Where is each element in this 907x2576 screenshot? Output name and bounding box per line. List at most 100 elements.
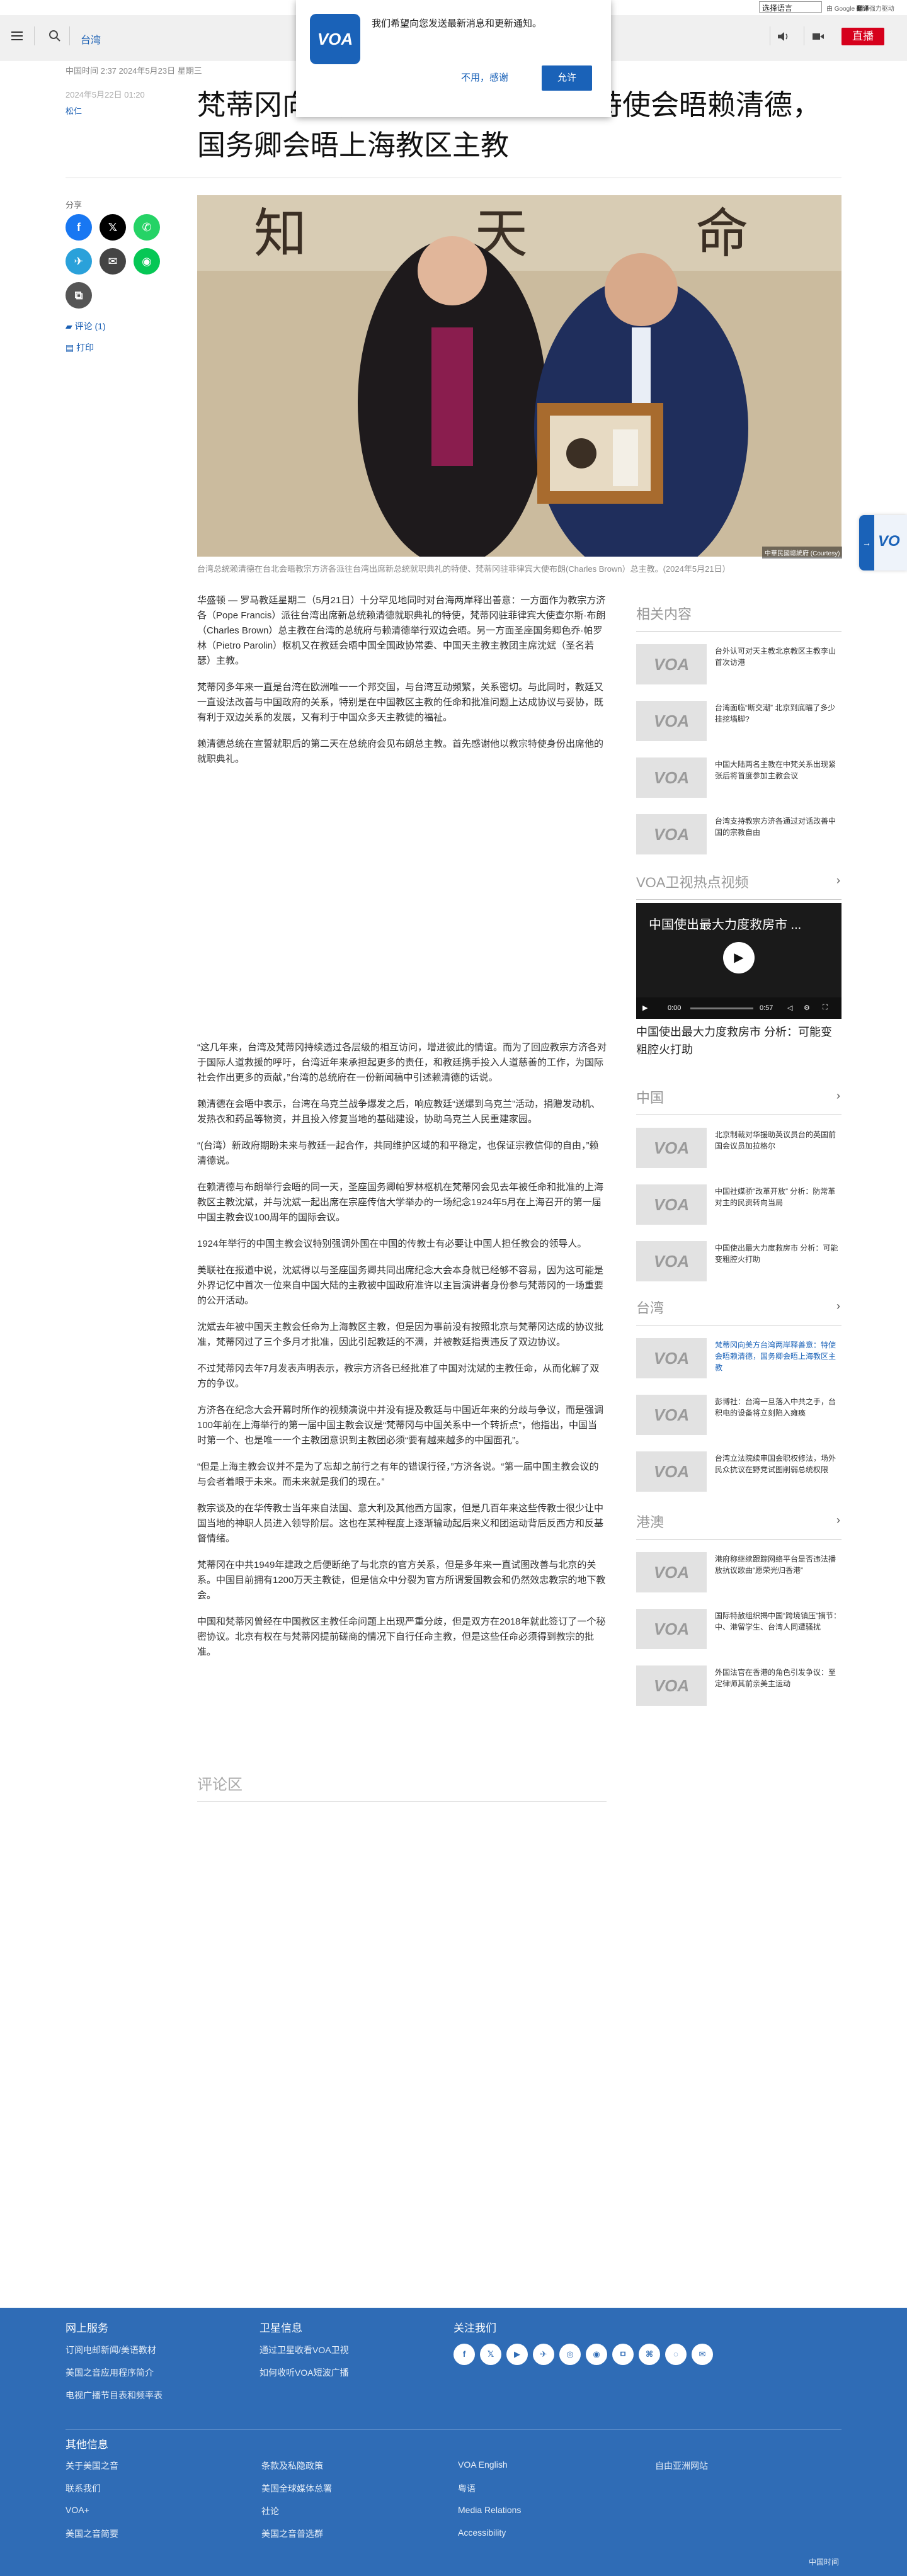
- rail-heading[interactable]: VOA卫视热点视频 ›: [636, 871, 841, 900]
- facebook-icon[interactable]: f: [454, 2344, 475, 2365]
- list-item-title[interactable]: 台湾面临“断交潮” 北京到底瞄了多少挂挖墙脚?: [715, 702, 841, 725]
- podcast-app-icon[interactable]: ㅁ: [612, 2344, 634, 2365]
- language-select[interactable]: 选择语言: [759, 1, 822, 13]
- list-item-title[interactable]: 国际特赦组织揭中国“跨境镇压”摘节：中、港留学生、台湾人同遭骚扰: [715, 1610, 841, 1633]
- chevron-right-icon: ›: [836, 1514, 840, 1526]
- list-item[interactable]: VOA 台外认可对天主教北京教区主教李山首次访港: [636, 638, 841, 688]
- list-item-title[interactable]: 台湾立法院续审国会职权修法，场外民众抗议在野党试图削弱总统权限: [715, 1453, 841, 1475]
- volume-icon[interactable]: ◁: [787, 1004, 792, 1012]
- footer-link[interactable]: 美国之音简要: [66, 2528, 118, 2540]
- comments-link[interactable]: ▰ 评论 (1): [66, 320, 106, 332]
- list-item-title[interactable]: 中国社媒骄“改革开放” 分析：防常革对主的民资转向当局: [715, 1186, 841, 1208]
- list-item[interactable]: VOA 中国社媒骄“改革开放” 分析：防常革对主的民资转向当局: [636, 1178, 841, 1228]
- rail-heading[interactable]: 台湾 ›: [636, 1297, 841, 1325]
- footer-link[interactable]: Accessibility: [458, 2528, 506, 2538]
- live-button[interactable]: 直播: [841, 28, 884, 45]
- line-share-icon[interactable]: ◉: [134, 248, 160, 275]
- list-item-title[interactable]: 北京制裁对华援助英议员台的英国前国会议员加拉格尔: [715, 1129, 841, 1152]
- rss-icon[interactable]: ⌘: [639, 2344, 660, 2365]
- footer-link[interactable]: 关于美国之音: [66, 2460, 118, 2472]
- footer-link[interactable]: 美国之音应用程序简介: [66, 2366, 154, 2379]
- rail-heading[interactable]: 港澳 ›: [636, 1511, 841, 1540]
- email-icon[interactable]: ✉: [692, 2344, 713, 2365]
- calligraphy-text: 知 天 命 道 寬: [254, 203, 841, 264]
- list-item[interactable]: VOA 外国法官在香港的角色引发争议：至定律师其前亲美主运动: [636, 1659, 841, 1710]
- footer-link[interactable]: 美国之音普选群: [261, 2528, 323, 2540]
- list-item-title[interactable]: 彭博社：台湾一旦落入中共之手，台积电的设备将立刻陷入瘫痪: [715, 1396, 841, 1419]
- footer-link[interactable]: 电视广播节目表和频率表: [66, 2389, 163, 2402]
- podcast-icon-2[interactable]: ◌: [665, 2344, 687, 2365]
- list-item[interactable]: VOA 彭博社：台湾一旦落入中共之手，台积电的设备将立刻陷入瘫痪: [636, 1388, 841, 1439]
- print-link[interactable]: ▤ 打印: [66, 341, 94, 354]
- video-icon[interactable]: [811, 30, 825, 43]
- whatsapp-share-icon[interactable]: ✆: [134, 214, 160, 241]
- paragraph: 梵蒂冈在中共1949年建政之后便断绝了与北京的官方关系，但是多年来一直试图改善与…: [197, 1560, 606, 1601]
- footer-link[interactable]: Media Relations: [458, 2505, 521, 2515]
- hongkong-section: 港澳 › VOA 港府称继续跟踪网络平台是否违法播放抗议歌曲“愿荣光归香港” VOA…: [636, 1511, 841, 1710]
- menu-icon[interactable]: [11, 31, 23, 40]
- footer-link[interactable]: 自由亚洲网站: [655, 2460, 708, 2472]
- paragraph: “(台湾）新政府期盼未来与教廷一起合作，共同维护区域的和平稳定，也保证宗教信仰的…: [197, 1140, 599, 1166]
- play-icon[interactable]: ▶: [723, 942, 755, 973]
- fullscreen-icon[interactable]: ⛶: [823, 1004, 828, 1012]
- list-item[interactable]: VOA 台湾面临“断交潮” 北京到底瞄了多少挂挖墙脚?: [636, 695, 841, 745]
- translate-link[interactable]: 翻译: [857, 6, 869, 13]
- video-progress[interactable]: [690, 1007, 753, 1009]
- list-item-title[interactable]: 台湾支持教宗方济各通过对话改善中国的宗教自由: [715, 815, 841, 838]
- rail-heading: 相关内容: [636, 603, 841, 632]
- decline-button[interactable]: 不用，感谢: [461, 71, 508, 84]
- publish-date: 2024年5月22日 01:20: [66, 90, 145, 99]
- list-item[interactable]: VOA 港府称继续跟踪网络平台是否违法播放抗议歌曲“愿荣光归香港”: [636, 1546, 841, 1596]
- x-icon[interactable]: 𝕏: [480, 2344, 501, 2365]
- footer-link[interactable]: VOA English: [458, 2460, 508, 2470]
- list-item[interactable]: VOA 国际特赦组织揭中国“跨境镇压”摘节：中、港留学生、台湾人同遭骚扰: [636, 1603, 841, 1653]
- telegram-icon[interactable]: ✈: [533, 2344, 554, 2365]
- list-item[interactable]: VOA 台湾立法院续审国会职权修法，场外民众抗议在野党试图削弱总统权限: [636, 1445, 841, 1495]
- footer-heading-follow: 关注我们: [454, 2322, 496, 2334]
- paragraph: 华盛顿 — 罗马教廷星期二（5月21日）十分罕见地同时对台海两岸释出善意：一方面…: [197, 595, 606, 666]
- video-caption[interactable]: 中国使出最大力度救房市 分析：可能变粗腔火打助: [636, 1023, 841, 1058]
- list-item-title[interactable]: 中国使出最大力度救房市 分析：可能变粗腔火打助: [715, 1242, 841, 1265]
- list-item[interactable]: VOA 梵蒂冈向美方台湾两岸释善意：特使会晤赖清德，国务卿会晤上海教区主教: [636, 1332, 841, 1382]
- list-item-title[interactable]: 梵蒂冈向美方台湾两岸释善意：特使会晤赖清德，国务卿会晤上海教区主教: [715, 1339, 841, 1373]
- paragraph: 赖清德在会晤中表示，台湾在乌克兰战争爆发之后，响应教廷“送爆到乌克兰”活动，捐赠…: [197, 1099, 600, 1125]
- video-player[interactable]: 中国使出最大力度救房市 ... ▶ ▶ 0:00 0:57 ◁ ⚙ ⛶: [636, 903, 841, 1019]
- author-link[interactable]: 松仁: [66, 105, 82, 116]
- footer-link[interactable]: 粤语: [458, 2482, 476, 2495]
- list-item[interactable]: VOA 中国使出最大力度救房市 分析：可能变粗腔火打助: [636, 1235, 841, 1285]
- list-item[interactable]: VOA 台湾支持教宗方济各通过对话改善中国的宗教自由: [636, 808, 841, 858]
- section-link-taiwan[interactable]: 台湾: [81, 31, 101, 47]
- list-item[interactable]: VOA 北京制裁对华援助英议员台的英国前国会议员加拉格尔: [636, 1121, 841, 1172]
- x-share-icon[interactable]: 𝕏: [100, 214, 126, 241]
- copy-link-icon[interactable]: ⧉: [66, 282, 92, 309]
- footer-link[interactable]: 通过卫星收看VOA卫视: [260, 2344, 349, 2356]
- footer-link[interactable]: VOA+: [66, 2505, 89, 2515]
- list-item-title[interactable]: 中国大陆两名主教在中梵关系出现紧张后将首度参加主教会议: [715, 759, 841, 781]
- rail-heading[interactable]: 中国 ›: [636, 1087, 841, 1115]
- search-icon[interactable]: [48, 29, 62, 43]
- allow-button[interactable]: 允许: [542, 65, 592, 91]
- settings-icon[interactable]: ⚙: [804, 1004, 810, 1012]
- footer-link[interactable]: 联系我们: [66, 2482, 101, 2495]
- floating-side-tab[interactable]: → VO: [859, 515, 907, 570]
- telegram-share-icon[interactable]: ✈: [66, 248, 92, 275]
- youtube-icon[interactable]: ▶: [506, 2344, 528, 2365]
- list-item-title[interactable]: 外国法官在香港的角色引发争议：至定律师其前亲美主运动: [715, 1667, 841, 1689]
- audio-icon[interactable]: [776, 30, 790, 43]
- footer-link[interactable]: 美国全球媒体总署: [261, 2482, 332, 2495]
- voa-thumbnail: VOA: [636, 1552, 707, 1592]
- footer-link[interactable]: 订阅电邮新闻/美语教材: [66, 2344, 156, 2356]
- facebook-share-icon[interactable]: f: [66, 214, 92, 241]
- instagram-icon[interactable]: ◎: [559, 2344, 581, 2365]
- list-item[interactable]: VOA 中国大陆两名主教在中梵关系出现紧张后将首度参加主教会议: [636, 751, 841, 802]
- arrow-right-icon[interactable]: →: [859, 515, 874, 570]
- footer-link[interactable]: 社论: [261, 2505, 279, 2517]
- play-small-icon[interactable]: ▶: [642, 1004, 647, 1012]
- list-item-title[interactable]: 台外认可对天主教北京教区主教李山首次访港: [715, 645, 841, 668]
- footer-link[interactable]: 条款及私隐政策: [261, 2460, 323, 2472]
- email-share-icon[interactable]: ✉: [100, 248, 126, 275]
- list-item-title[interactable]: 港府称继续跟踪网络平台是否违法播放抗议歌曲“愿荣光归香港”: [715, 1553, 841, 1576]
- footer-link[interactable]: 如何收听VOA短波广播: [260, 2366, 349, 2379]
- rail-heading-label: 台湾: [636, 1300, 665, 1316]
- podcast-icon[interactable]: ◉: [586, 2344, 607, 2365]
